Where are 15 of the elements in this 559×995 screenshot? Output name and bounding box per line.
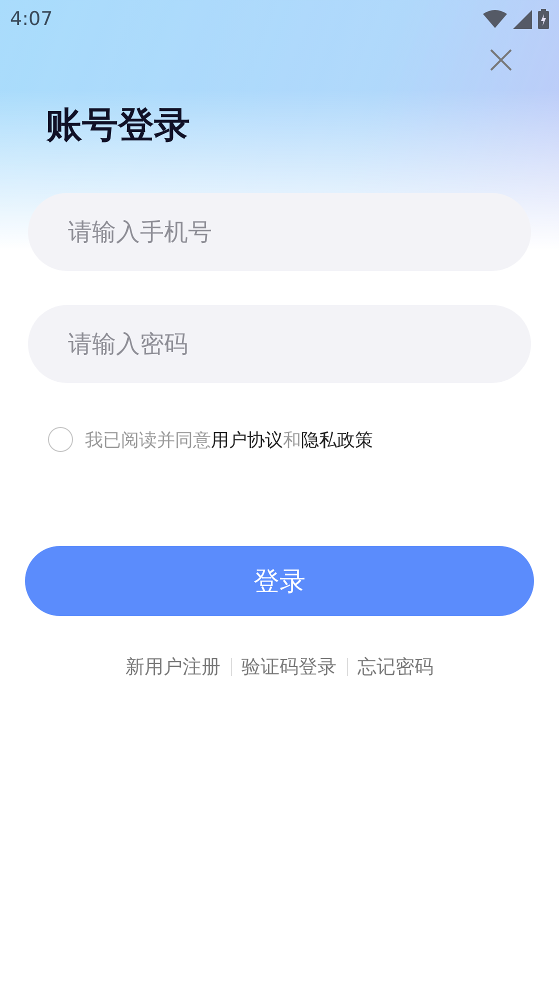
- footer-link[interactable]: 新用户注册: [116, 654, 230, 680]
- input-field[interactable]: 请输入密码: [28, 305, 531, 384]
- agreement-link[interactable]: 用户协议: [211, 430, 283, 451]
- footer-link[interactable]: 验证码登录: [232, 654, 346, 680]
- status-time: 4:07: [10, 8, 53, 30]
- agreement-text: 我已阅读并同意用户协议和隐私政策: [85, 428, 373, 452]
- wifi-icon: [483, 10, 507, 28]
- input-field[interactable]: 请输入手机号: [28, 193, 531, 272]
- signal-icon: [513, 10, 532, 28]
- agreement-checkbox[interactable]: [48, 427, 73, 452]
- agreement-link[interactable]: 隐私政策: [301, 430, 373, 451]
- login-button[interactable]: 登录: [25, 546, 534, 616]
- battery-icon: [538, 9, 549, 29]
- page-title: 账号登录: [46, 104, 190, 148]
- footer-link[interactable]: 忘记密码: [348, 654, 444, 680]
